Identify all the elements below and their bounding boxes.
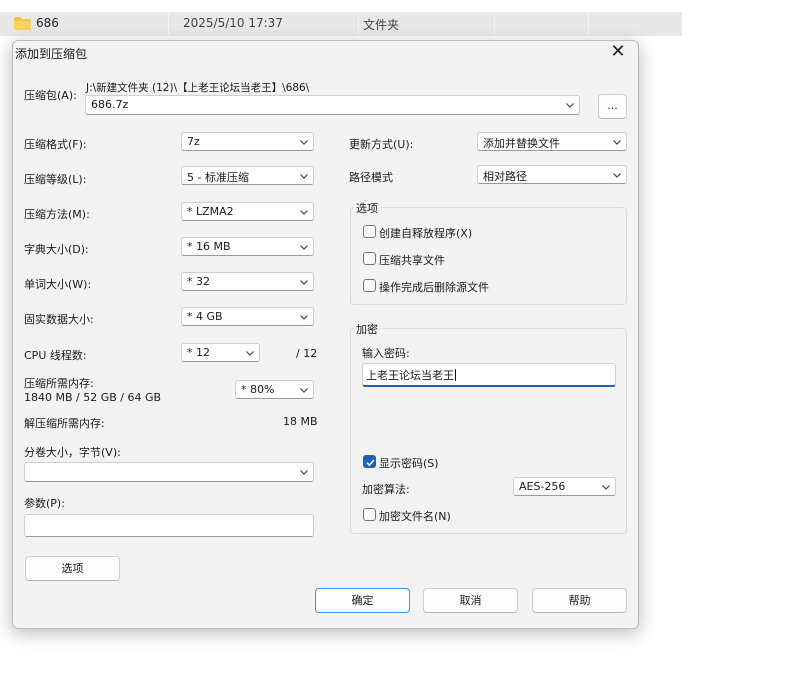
options-button[interactable]: 选项 bbox=[25, 556, 120, 581]
text-caret bbox=[455, 369, 456, 381]
chevron-down-icon bbox=[300, 280, 308, 285]
encryption-method-value: AES-256 bbox=[519, 480, 566, 493]
close-button[interactable]: ✕ bbox=[604, 41, 632, 65]
update-mode-value: 添加并替换文件 bbox=[483, 137, 560, 150]
method-value: * LZMA2 bbox=[187, 205, 234, 218]
word-select[interactable]: * 32 bbox=[181, 272, 314, 291]
shared-files-checkbox[interactable] bbox=[363, 252, 376, 265]
archive-path: J:\新建文件夹 (12)\【上老王论坛当老王】\686\ bbox=[86, 82, 310, 94]
encryption-group-title: 加密 bbox=[354, 321, 380, 337]
decompress-memory-label: 解压缩所需内存: bbox=[24, 417, 105, 430]
chevron-down-icon bbox=[300, 245, 308, 250]
solid-value: * 4 GB bbox=[187, 310, 223, 323]
chevron-down-icon bbox=[300, 470, 308, 475]
options-group-title: 选项 bbox=[354, 200, 380, 216]
cancel-button[interactable]: 取消 bbox=[423, 588, 518, 613]
archive-label: 压缩包(A): bbox=[24, 89, 77, 102]
memory-usage-select[interactable]: * 80% bbox=[235, 380, 314, 399]
cpu-value: * 12 bbox=[187, 346, 210, 359]
help-button[interactable]: 帮助 bbox=[532, 588, 627, 613]
password-input[interactable]: 上老王论坛当老王 bbox=[362, 363, 616, 387]
close-icon: ✕ bbox=[610, 41, 626, 62]
cpu-total: / 12 bbox=[296, 347, 318, 360]
folder-icon bbox=[14, 17, 31, 30]
method-select[interactable]: * LZMA2 bbox=[181, 202, 314, 221]
level-value: 5 - 标准压缩 bbox=[187, 171, 249, 184]
path-mode-label: 路径模式 bbox=[349, 171, 393, 184]
dict-select[interactable]: * 16 MB bbox=[181, 237, 314, 256]
column-divider bbox=[588, 12, 589, 36]
delete-source-checkbox[interactable] bbox=[363, 279, 376, 292]
explorer-file-row[interactable]: 686 2025/5/10 17:37 文件夹 bbox=[0, 12, 682, 36]
show-password-label[interactable]: 显示密码(S) bbox=[379, 455, 439, 471]
add-to-archive-dialog: 添加到压缩包 ✕ 压缩包(A): J:\新建文件夹 (12)\【上老王论坛当老王… bbox=[12, 40, 639, 629]
encryption-method-select[interactable]: AES-256 bbox=[513, 477, 616, 496]
archive-name-combo[interactable]: 686.7z bbox=[85, 95, 580, 115]
sfx-checkbox[interactable] bbox=[363, 225, 376, 238]
archive-name-value: 686.7z bbox=[91, 98, 129, 111]
chevron-down-icon bbox=[300, 210, 308, 215]
level-select[interactable]: 5 - 标准压缩 bbox=[181, 166, 314, 185]
update-mode-select[interactable]: 添加并替换文件 bbox=[477, 132, 627, 151]
solid-select[interactable]: * 4 GB bbox=[181, 307, 314, 326]
show-password-checkbox[interactable] bbox=[363, 455, 376, 468]
format-select[interactable]: 7z bbox=[181, 132, 314, 151]
word-value: * 32 bbox=[187, 275, 210, 288]
chevron-down-icon bbox=[300, 174, 308, 179]
password-label: 输入密码: bbox=[362, 347, 410, 360]
file-date: 2025/5/10 17:37 bbox=[183, 16, 283, 30]
chevron-down-icon bbox=[300, 140, 308, 145]
solid-label: 固实数据大小: bbox=[24, 313, 94, 326]
column-divider bbox=[168, 12, 169, 36]
params-input[interactable] bbox=[24, 514, 314, 537]
encryption-method-label: 加密算法: bbox=[362, 483, 410, 496]
method-label: 压缩方法(M): bbox=[24, 208, 90, 221]
sfx-label[interactable]: 创建自释放程序(X) bbox=[379, 225, 472, 241]
split-volume-combo[interactable] bbox=[24, 462, 314, 482]
chevron-down-icon bbox=[300, 315, 308, 320]
cpu-label: CPU 线程数: bbox=[24, 349, 87, 362]
memory-detail: 1840 MB / 52 GB / 64 GB bbox=[24, 391, 162, 404]
dialog-title: 添加到压缩包 bbox=[15, 47, 88, 61]
params-label: 参数(P): bbox=[24, 497, 65, 510]
dict-value: * 16 MB bbox=[187, 240, 231, 253]
memory-usage-value: * 80% bbox=[241, 383, 275, 396]
file-name: 686 bbox=[36, 16, 59, 30]
decompress-memory-value: 18 MB bbox=[283, 415, 318, 428]
chevron-down-icon bbox=[566, 103, 574, 108]
dict-label: 字典大小(D): bbox=[24, 243, 89, 256]
split-label: 分卷大小，字节(V): bbox=[24, 446, 121, 459]
format-value: 7z bbox=[187, 135, 200, 148]
memory-label: 压缩所需内存: bbox=[24, 377, 94, 390]
word-label: 单词大小(W): bbox=[24, 278, 92, 291]
encrypt-names-checkbox[interactable] bbox=[363, 508, 376, 521]
file-type: 文件夹 bbox=[363, 18, 400, 32]
ok-button[interactable]: 确定 bbox=[315, 588, 410, 613]
chevron-down-icon bbox=[613, 173, 621, 178]
chevron-down-icon bbox=[602, 485, 610, 490]
chevron-down-icon bbox=[613, 140, 621, 145]
cpu-select[interactable]: * 12 bbox=[181, 343, 260, 362]
checkmark-icon bbox=[366, 459, 375, 467]
path-mode-select[interactable]: 相对路径 bbox=[477, 165, 627, 184]
column-divider bbox=[494, 12, 495, 36]
password-value: 上老王论坛当老王 bbox=[366, 369, 456, 382]
delete-source-label[interactable]: 操作完成后删除源文件 bbox=[379, 279, 489, 295]
update-mode-label: 更新方式(U): bbox=[349, 138, 414, 151]
browse-button[interactable]: ... bbox=[598, 94, 627, 119]
column-divider bbox=[358, 12, 359, 36]
format-label: 压缩格式(F): bbox=[24, 138, 87, 151]
path-mode-value: 相对路径 bbox=[483, 170, 527, 183]
level-label: 压缩等级(L): bbox=[24, 173, 87, 186]
encrypt-names-label[interactable]: 加密文件名(N) bbox=[379, 508, 451, 524]
shared-files-label[interactable]: 压缩共享文件 bbox=[379, 252, 445, 268]
chevron-down-icon bbox=[246, 351, 254, 356]
chevron-down-icon bbox=[300, 388, 308, 393]
